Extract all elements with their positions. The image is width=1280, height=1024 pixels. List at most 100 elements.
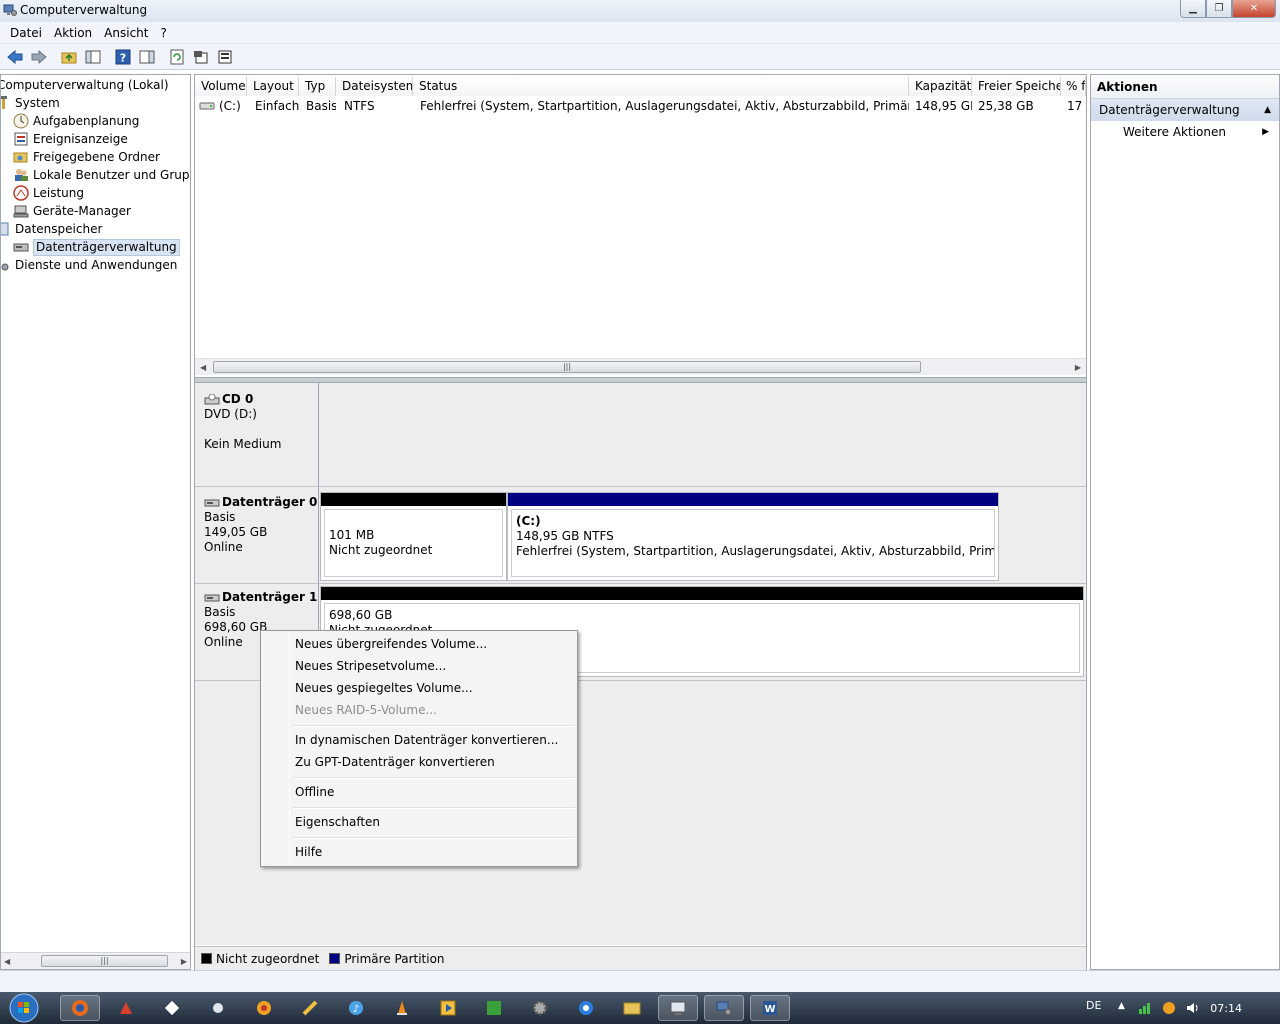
disk-row-cd0[interactable]: CD 0 DVD (D:) Kein Medium bbox=[195, 383, 1086, 487]
scrollbar-thumb[interactable]: ||| bbox=[213, 361, 921, 373]
menu-aktion[interactable]: Aktion bbox=[48, 26, 98, 40]
show-hide-action-pane-button[interactable] bbox=[136, 46, 158, 68]
taskbar-media-player[interactable] bbox=[428, 995, 468, 1021]
column-dateisystem[interactable]: Dateisystem bbox=[336, 77, 413, 96]
close-icon: ✕ bbox=[1249, 3, 1259, 14]
tree-item-storage[interactable]: Datenspeicher bbox=[1, 220, 102, 238]
clock[interactable]: 07:14 bbox=[1210, 1002, 1242, 1015]
partition-c-disk0[interactable]: (C:) 148,95 GB NTFS Fehlerfrei (System, … bbox=[507, 492, 999, 581]
menu-ansicht[interactable]: Ansicht bbox=[98, 26, 154, 40]
column-prozent-frei[interactable]: % f bbox=[1061, 77, 1086, 96]
taskbar-firefox[interactable] bbox=[60, 995, 100, 1021]
disk-settings-button[interactable] bbox=[214, 46, 236, 68]
disk-type: Basis bbox=[204, 510, 236, 524]
tree-item-task-scheduler[interactable]: Aufgabenplanung bbox=[13, 112, 139, 130]
disk-state: Online bbox=[204, 540, 243, 554]
taskbar-app[interactable] bbox=[152, 995, 192, 1021]
taskbar-vlc[interactable] bbox=[382, 995, 422, 1021]
taskbar-app[interactable] bbox=[474, 995, 514, 1021]
computer-management-icon bbox=[716, 1001, 732, 1016]
more-actions-item[interactable]: Weitere Aktionen ▶ bbox=[1091, 121, 1279, 143]
taskbar-settings[interactable] bbox=[520, 995, 560, 1021]
disk-status: Kein Medium bbox=[204, 437, 282, 451]
scroll-left-icon[interactable]: ◀ bbox=[4, 957, 10, 966]
partition-unallocated-disk0[interactable]: 101 MB Nicht zugeordnet bbox=[320, 492, 507, 581]
tree-item-disk-management[interactable]: Datenträgerverwaltung bbox=[13, 238, 180, 256]
disk-row-disk0[interactable]: Datenträger 0 Basis 149,05 GB Online 101… bbox=[195, 487, 1086, 584]
refresh-button[interactable] bbox=[166, 46, 188, 68]
start-button[interactable] bbox=[4, 992, 44, 1024]
cell-dateisystem: NTFS bbox=[344, 99, 375, 113]
column-layout[interactable]: Layout bbox=[247, 77, 299, 96]
taskbar-app[interactable] bbox=[290, 995, 330, 1021]
menu-help[interactable]: ? bbox=[154, 26, 172, 40]
back-button[interactable] bbox=[4, 46, 26, 68]
menu-item-convert-dynamic[interactable]: In dynamischen Datenträger konvertieren.… bbox=[295, 729, 558, 751]
tree-item-label: Leistung bbox=[33, 186, 84, 200]
maximize-button[interactable]: ❐ bbox=[1206, 0, 1232, 18]
scroll-right-icon[interactable]: ▶ bbox=[181, 957, 187, 966]
volume-icon[interactable] bbox=[1186, 1001, 1200, 1015]
language-indicator[interactable]: DE bbox=[1086, 999, 1101, 1012]
taskbar: ♪ W DE ▲ 07:14 bbox=[0, 992, 1280, 1024]
show-hide-tree-button[interactable] bbox=[82, 46, 104, 68]
show-hidden-icons-icon[interactable]: ▲ bbox=[1118, 1001, 1125, 1011]
arrow-right-icon bbox=[31, 49, 47, 64]
minimize-button[interactable]: ▁ bbox=[1180, 0, 1206, 18]
menu-item-properties[interactable]: Eigenschaften bbox=[295, 811, 380, 833]
up-folder-button[interactable] bbox=[58, 46, 80, 68]
disk-info-disk0[interactable]: Datenträger 0 Basis 149,05 GB Online bbox=[195, 487, 319, 583]
taskbar-explorer[interactable] bbox=[612, 995, 652, 1021]
app-icon bbox=[579, 1001, 593, 1015]
disk-info-cd0[interactable]: CD 0 DVD (D:) Kein Medium bbox=[195, 383, 319, 486]
taskbar-remote-desktop[interactable] bbox=[658, 995, 698, 1021]
taskbar-app[interactable] bbox=[198, 995, 238, 1021]
tree-item-event-viewer[interactable]: Ereignisanzeige bbox=[13, 130, 128, 148]
scrollbar-thumb[interactable]: ||| bbox=[41, 955, 168, 967]
taskbar-app[interactable] bbox=[244, 995, 284, 1021]
taskbar-computer-management[interactable] bbox=[704, 995, 744, 1021]
column-typ[interactable]: Typ bbox=[299, 77, 336, 96]
column-volume[interactable]: Volume bbox=[195, 77, 247, 96]
menu-item-new-mirrored-volume[interactable]: Neues gespiegeltes Volume... bbox=[295, 677, 473, 699]
volume-list-horizontal-scrollbar[interactable]: ◀ ||| ▶ bbox=[195, 358, 1086, 375]
column-freier-speicher[interactable]: Freier Speicher bbox=[972, 77, 1061, 96]
folder-up-icon bbox=[61, 52, 77, 63]
tree-item-performance[interactable]: Leistung bbox=[13, 184, 84, 202]
taskbar-app[interactable] bbox=[106, 995, 146, 1021]
scroll-left-icon[interactable]: ◀ bbox=[200, 363, 206, 372]
partition-status: Fehlerfrei (System, Startpartition, Ausl… bbox=[516, 544, 995, 558]
menu-item-new-striped-volume[interactable]: Neues Stripesetvolume... bbox=[295, 655, 446, 677]
menu-item-convert-gpt[interactable]: Zu GPT-Datenträger konvertieren bbox=[295, 751, 495, 773]
menu-item-new-spanned-volume[interactable]: Neues übergreifendes Volume... bbox=[295, 633, 487, 655]
tree-item-local-users[interactable]: Lokale Benutzer und Gruppen bbox=[13, 166, 190, 184]
network-icon[interactable] bbox=[1138, 1001, 1152, 1015]
taskbar-app[interactable] bbox=[566, 995, 606, 1021]
media-player-icon bbox=[440, 1000, 456, 1016]
tree-item-computer-management[interactable]: Computerverwaltung (Lokal) bbox=[1, 76, 169, 94]
tree-item-system[interactable]: System bbox=[1, 94, 60, 112]
tree-item-device-manager[interactable]: Geräte-Manager bbox=[13, 202, 131, 220]
taskbar-itunes[interactable]: ♪ bbox=[336, 995, 376, 1021]
menu-item-offline[interactable]: Offline bbox=[295, 781, 334, 803]
legend-swatch-unallocated bbox=[201, 953, 212, 964]
tree-horizontal-scrollbar[interactable]: ◀ ||| ▶ bbox=[1, 952, 190, 969]
actions-section-label: Datenträgerverwaltung bbox=[1099, 103, 1240, 117]
column-status[interactable]: Status bbox=[413, 77, 909, 96]
disk-type: Basis bbox=[204, 605, 236, 619]
taskbar-word[interactable]: W bbox=[750, 995, 790, 1021]
actions-section-disk-management[interactable]: Datenträgerverwaltung ▲ bbox=[1091, 99, 1279, 121]
properties-button[interactable] bbox=[190, 46, 212, 68]
tree-item-services-applications[interactable]: Dienste und Anwendungen bbox=[1, 256, 177, 274]
menu-datei[interactable]: Datei bbox=[4, 26, 48, 40]
help-button[interactable]: ? bbox=[112, 46, 134, 68]
volume-list: Volume Layout Typ Dateisystem Status Kap… bbox=[195, 75, 1086, 377]
close-button[interactable]: ✕ bbox=[1232, 0, 1276, 18]
tray-app-icon[interactable] bbox=[1162, 1001, 1176, 1015]
forward-button[interactable] bbox=[28, 46, 50, 68]
tree-item-shared-folders[interactable]: Freigegebene Ordner bbox=[13, 148, 160, 166]
scroll-right-icon[interactable]: ▶ bbox=[1075, 363, 1081, 372]
svg-text:W: W bbox=[764, 1004, 775, 1015]
menu-item-help[interactable]: Hilfe bbox=[295, 841, 322, 863]
column-kapazitaet[interactable]: Kapazität bbox=[909, 77, 972, 96]
